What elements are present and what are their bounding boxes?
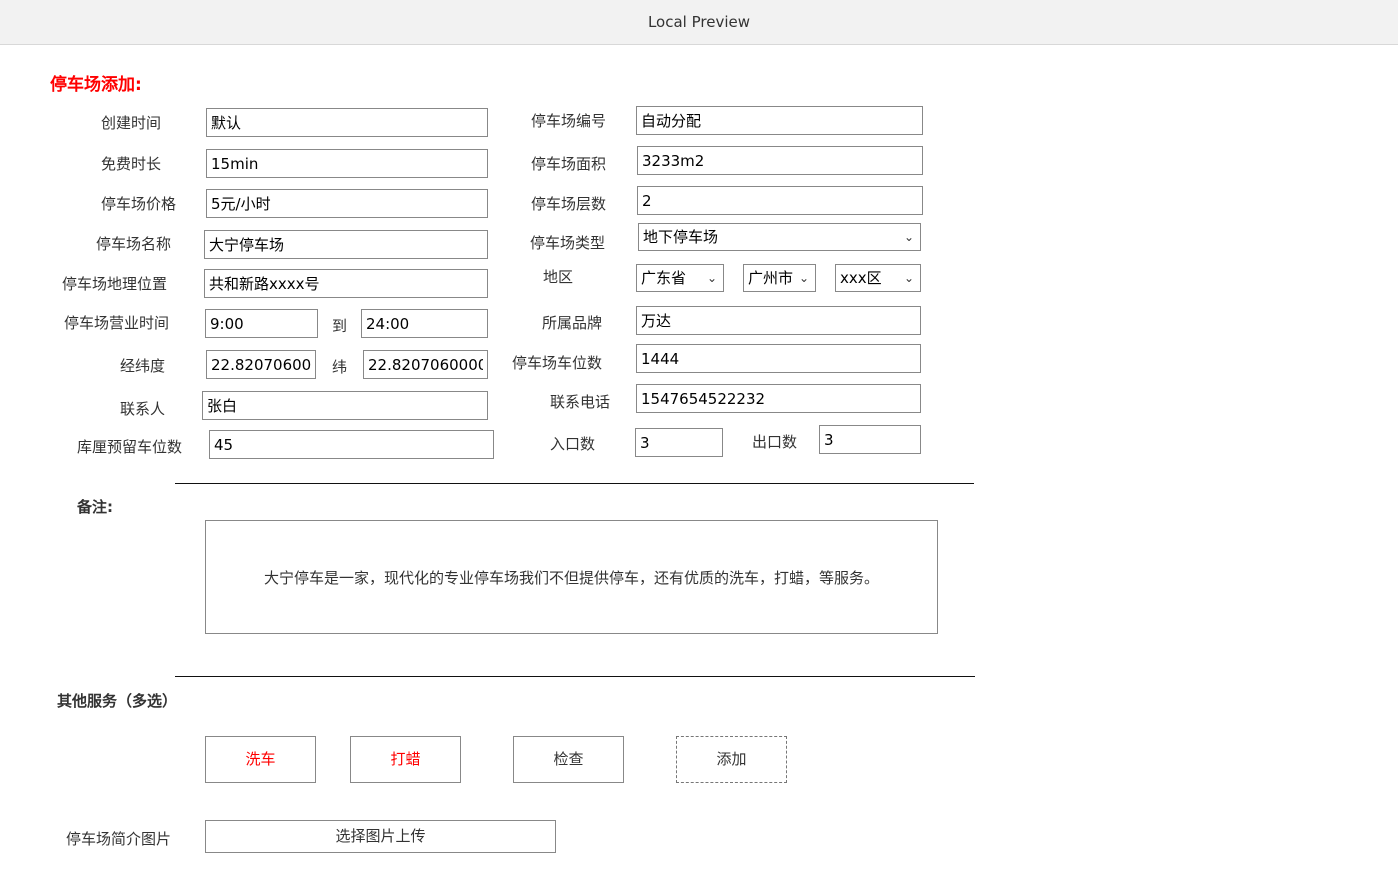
longitude-input[interactable] <box>206 350 316 379</box>
remarks-text: 大宁停车是一家，现代化的专业停车场我们不但提供停车，还有优质的洗车，打蜡，等服务… <box>263 568 879 587</box>
services-label: 其他服务（多选） <box>57 692 178 710</box>
type-select[interactable]: 地下停车场 ⌄ <box>638 223 921 251</box>
contact-input[interactable] <box>202 391 488 420</box>
hours-to-label: 到 <box>332 317 348 335</box>
remarks-textarea[interactable]: 大宁停车是一家，现代化的专业停车场我们不但提供停车，还有优质的洗车，打蜡，等服务… <box>205 520 938 634</box>
number-input[interactable] <box>636 106 923 135</box>
remarks-label: 备注: <box>77 498 113 516</box>
area-input[interactable] <box>637 146 923 175</box>
price-label: 停车场价格 <box>101 195 177 213</box>
chevron-down-icon: ⌄ <box>706 271 717 285</box>
phone-label: 联系电话 <box>550 393 611 411</box>
name-input[interactable] <box>204 230 488 259</box>
area-label: 停车场面积 <box>531 155 607 173</box>
coords-label: 经纬度 <box>120 357 166 375</box>
service-wax-button[interactable]: 打蜡 <box>350 736 461 783</box>
contact-label: 联系人 <box>120 400 166 418</box>
free-duration-input[interactable] <box>206 149 488 178</box>
latitude-label: 纬 <box>332 358 348 376</box>
page-title: 停车场添加: <box>50 75 142 95</box>
brand-label: 所属品牌 <box>542 314 603 332</box>
create-time-input[interactable] <box>206 108 488 137</box>
image-label: 停车场简介图片 <box>66 830 172 848</box>
district-select[interactable]: xxx区 ⌄ <box>835 264 921 292</box>
entrances-input[interactable] <box>635 428 723 457</box>
floors-label: 停车场层数 <box>531 195 607 213</box>
type-label: 停车场类型 <box>530 234 606 252</box>
hours-to-input[interactable] <box>361 309 488 338</box>
chevron-down-icon: ⌄ <box>798 271 809 285</box>
province-select[interactable]: 广东省 ⌄ <box>636 264 724 292</box>
price-input[interactable] <box>206 189 488 218</box>
service-wash-button[interactable]: 洗车 <box>205 736 316 783</box>
number-label: 停车场编号 <box>531 112 607 130</box>
region-label: 地区 <box>543 268 574 286</box>
divider <box>175 676 975 677</box>
floors-input[interactable] <box>637 186 923 215</box>
phone-input[interactable] <box>636 384 921 413</box>
free-duration-label: 免费时长 <box>101 155 162 173</box>
city-select[interactable]: 广州市 ⌄ <box>743 264 816 292</box>
reserved-input[interactable] <box>209 430 494 459</box>
create-time-label: 创建时间 <box>101 114 162 132</box>
exits-input[interactable] <box>819 425 921 454</box>
type-select-value: 地下停车场 <box>643 228 719 246</box>
entrances-label: 入口数 <box>550 435 596 453</box>
hours-from-input[interactable] <box>205 309 318 338</box>
latitude-input[interactable] <box>363 350 488 379</box>
reserved-label: 库厘预留车位数 <box>77 438 183 456</box>
location-input[interactable] <box>204 269 488 298</box>
hours-label: 停车场营业时间 <box>64 314 170 332</box>
spaces-label: 停车场车位数 <box>512 354 603 372</box>
exits-label: 出口数 <box>752 433 798 451</box>
chevron-down-icon: ⌄ <box>903 271 914 285</box>
spaces-input[interactable] <box>636 344 921 373</box>
name-label: 停车场名称 <box>96 235 172 253</box>
upload-image-button[interactable]: 选择图片上传 <box>205 820 556 853</box>
window-title: Local Preview <box>0 0 1398 45</box>
service-inspect-button[interactable]: 检查 <box>513 736 624 783</box>
location-label: 停车场地理位置 <box>62 275 168 293</box>
brand-input[interactable] <box>636 306 921 335</box>
add-service-button[interactable]: 添加 <box>676 736 787 783</box>
chevron-down-icon: ⌄ <box>903 230 914 244</box>
divider <box>175 483 974 484</box>
